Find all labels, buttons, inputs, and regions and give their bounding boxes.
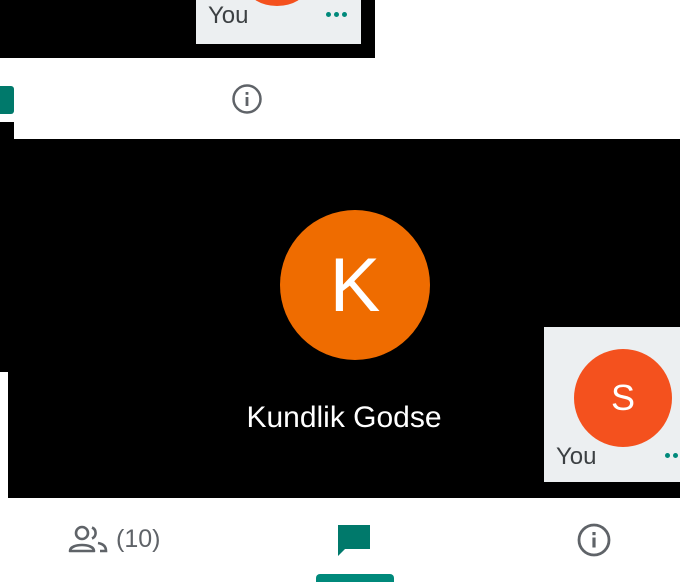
top-toolbar: [0, 58, 375, 148]
top-self-label: You: [208, 2, 249, 29]
more-horiz-icon[interactable]: [665, 453, 678, 458]
self-avatar: S: [574, 349, 672, 447]
top-self-avatar: [248, 0, 306, 6]
info-icon[interactable]: [231, 83, 263, 115]
people-icon: [68, 525, 108, 553]
selected-tab-indicator: [316, 574, 394, 582]
chat-icon[interactable]: [0, 86, 14, 114]
top-video-area: You: [0, 0, 375, 58]
people-count: (10): [116, 524, 161, 553]
participant-avatar: K: [280, 210, 430, 360]
self-label: You: [556, 443, 597, 470]
bottom-toolbar: (10): [0, 498, 680, 582]
self-tile[interactable]: S You: [544, 327, 680, 482]
main-video-area[interactable]: K Kundlik Godse S You: [8, 139, 680, 498]
people-tab[interactable]: (10): [68, 524, 160, 554]
top-self-tile[interactable]: You: [196, 0, 361, 44]
chat-icon[interactable]: [334, 522, 374, 562]
info-icon[interactable]: [576, 522, 612, 558]
more-horiz-icon[interactable]: [326, 12, 347, 17]
